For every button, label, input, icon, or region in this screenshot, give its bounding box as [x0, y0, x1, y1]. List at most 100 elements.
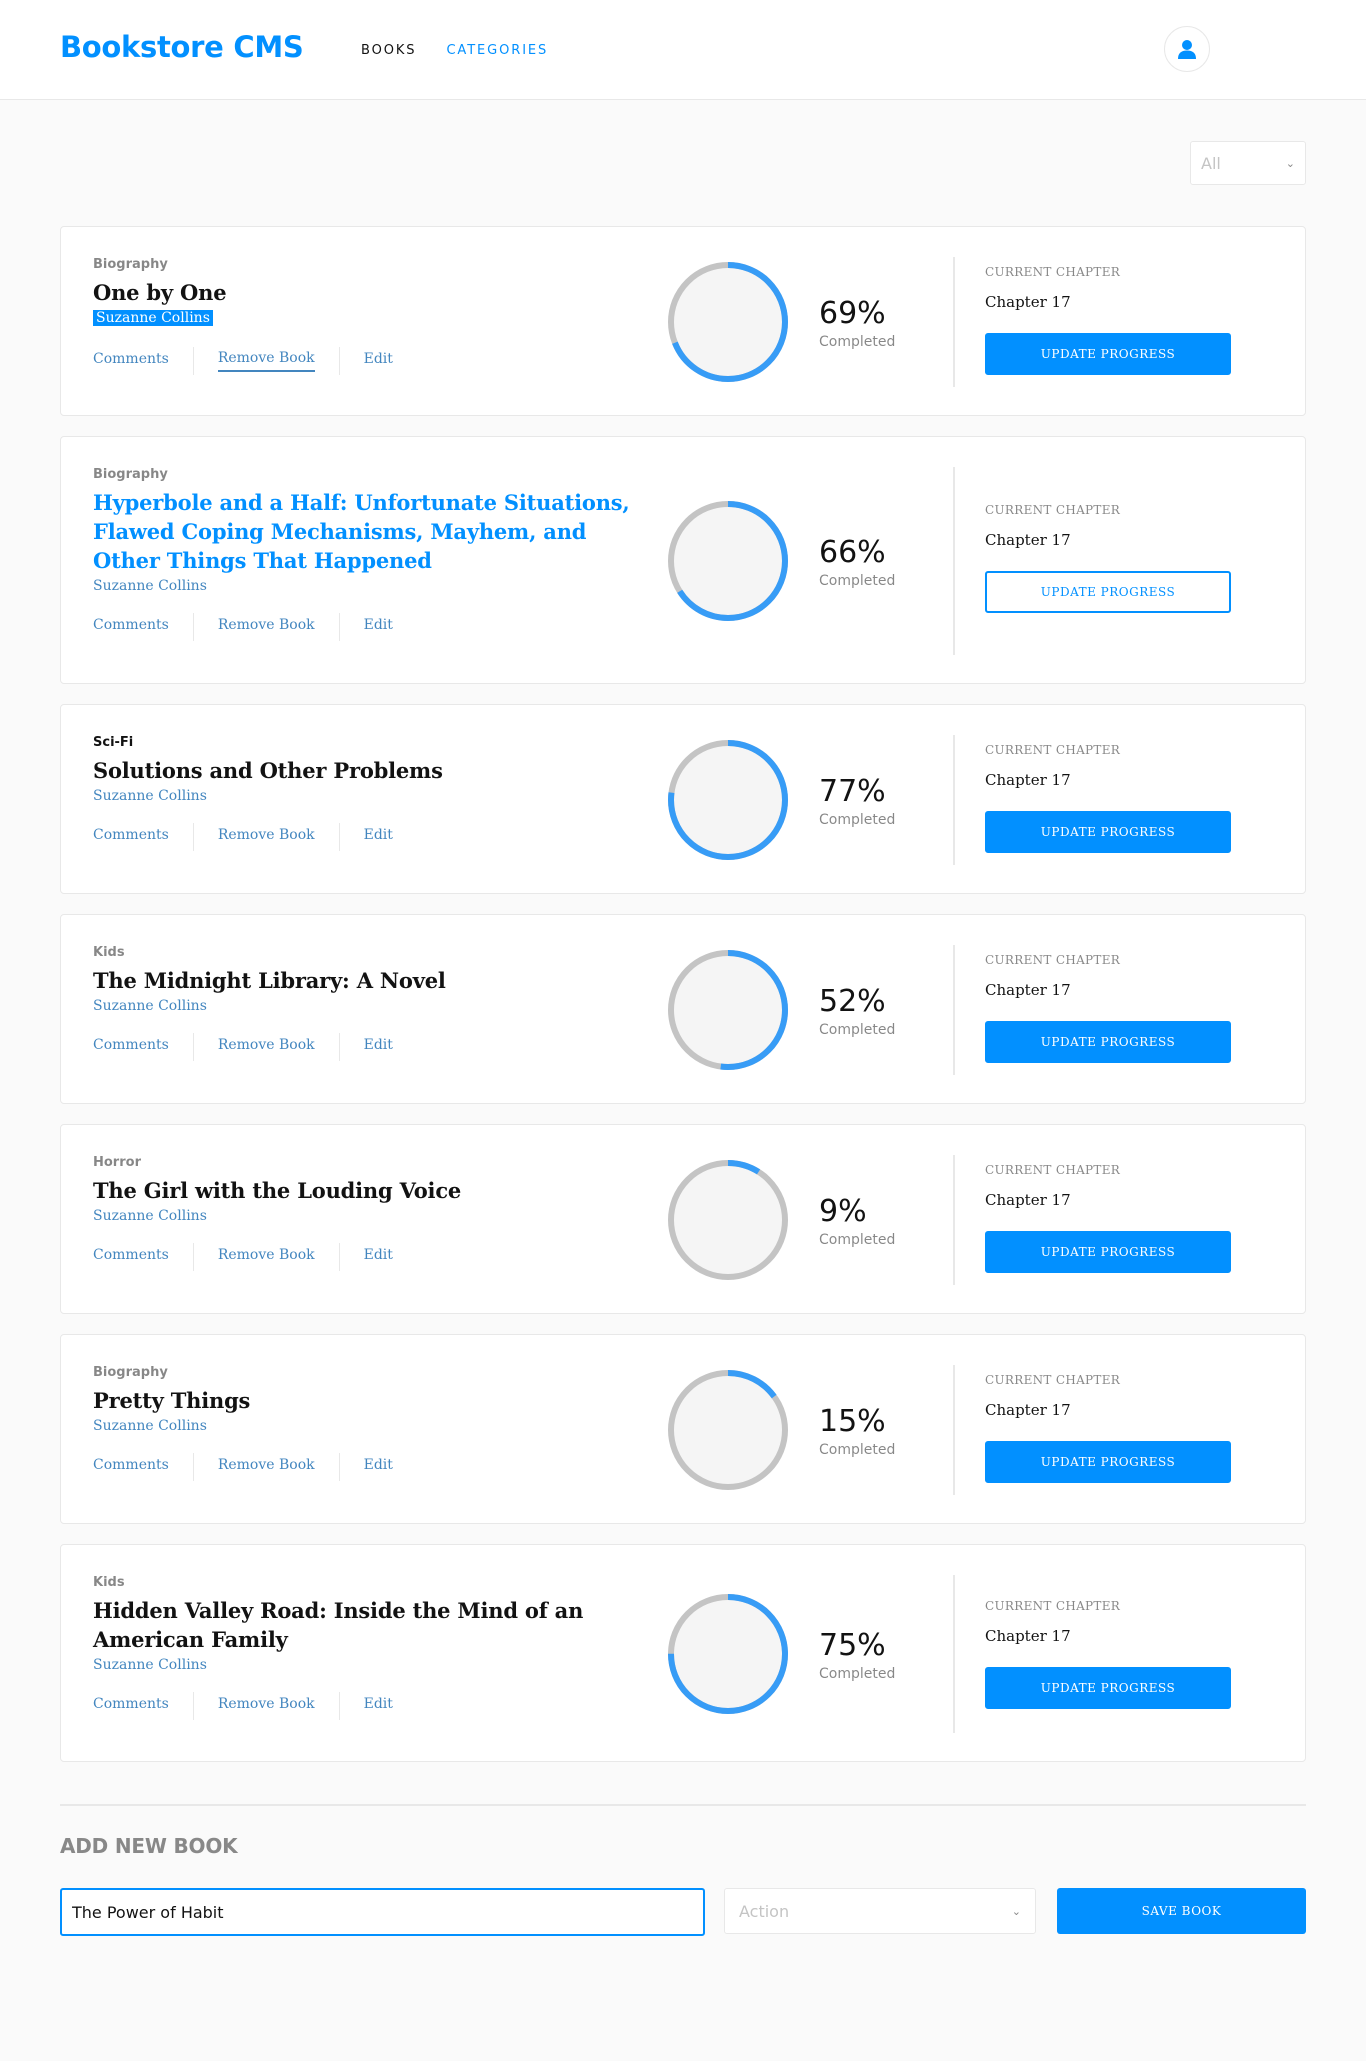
book-author[interactable]: Suzanne Collins — [93, 998, 207, 1014]
remove-book-link[interactable]: Remove Book — [218, 827, 315, 847]
progress-indicator: 15% Completed — [666, 1368, 926, 1492]
comments-link[interactable]: Comments — [93, 1457, 169, 1477]
comments-link[interactable]: Comments — [93, 827, 169, 847]
completed-label: Completed — [819, 573, 896, 589]
comments-link[interactable]: Comments — [93, 617, 169, 637]
vertical-divider — [953, 1155, 955, 1285]
current-chapter-section: CURRENT CHAPTER Chapter 17 UPDATE PROGRE… — [985, 1599, 1245, 1709]
remove-book-link[interactable]: Remove Book — [218, 617, 315, 637]
nav-categories[interactable]: CATEGORIES — [446, 43, 548, 58]
progress-ring-track — [668, 1160, 788, 1280]
progress-indicator: 52% Completed — [666, 948, 926, 1072]
book-title[interactable]: Pretty Things — [93, 1386, 633, 1415]
brand-logo[interactable]: Bookstore CMS — [60, 30, 304, 64]
user-avatar-button[interactable] — [1164, 26, 1210, 72]
edit-link[interactable]: Edit — [364, 617, 393, 637]
progress-percent: 9% — [819, 1194, 867, 1229]
current-chapter-section: CURRENT CHAPTER Chapter 17 UPDATE PROGRE… — [985, 1163, 1245, 1273]
action-divider — [192, 1033, 194, 1061]
update-progress-button[interactable]: UPDATE PROGRESS — [985, 811, 1231, 853]
nav-books[interactable]: BOOKS — [361, 43, 416, 58]
book-title[interactable]: Hyperbole and a Half: Unfortunate Situat… — [93, 488, 633, 575]
book-info: Horror The Girl with the Louding Voice S… — [93, 1155, 633, 1271]
action-divider — [192, 347, 194, 375]
completed-label: Completed — [819, 1022, 896, 1038]
comments-link[interactable]: Comments — [93, 351, 169, 371]
book-author[interactable]: Suzanne Collins — [93, 1657, 207, 1673]
book-author[interactable]: Suzanne Collins — [93, 310, 213, 326]
book-category: Biography — [93, 1365, 168, 1380]
book-author[interactable]: Suzanne Collins — [93, 788, 207, 804]
progress-percent: 77% — [819, 774, 886, 809]
category-filter-select[interactable]: All ⌄ — [1190, 141, 1306, 185]
edit-link[interactable]: Edit — [364, 1247, 393, 1267]
current-chapter-value: Chapter 17 — [985, 531, 1071, 549]
book-category: Kids — [93, 945, 125, 960]
current-chapter-value: Chapter 17 — [985, 771, 1071, 789]
current-chapter-section: CURRENT CHAPTER Chapter 17 UPDATE PROGRE… — [985, 265, 1245, 375]
remove-book-link[interactable]: Remove Book — [218, 1457, 315, 1477]
book-category: Kids — [93, 1575, 125, 1590]
update-progress-button[interactable]: UPDATE PROGRESS — [985, 1021, 1231, 1063]
action-divider — [192, 823, 194, 851]
current-chapter-section: CURRENT CHAPTER Chapter 17 UPDATE PROGRE… — [985, 743, 1245, 853]
progress-indicator: 9% Completed — [666, 1158, 926, 1282]
comments-link[interactable]: Comments — [93, 1247, 169, 1267]
update-progress-button[interactable]: UPDATE PROGRESS — [985, 1667, 1231, 1709]
book-category: Biography — [93, 467, 168, 482]
progress-percent: 75% — [819, 1628, 886, 1663]
book-actions: Comments Remove Book Edit — [93, 347, 633, 375]
current-chapter-label: CURRENT CHAPTER — [985, 265, 1121, 279]
current-chapter-label: CURRENT CHAPTER — [985, 503, 1121, 517]
action-select[interactable]: Action ⌄ — [724, 1888, 1036, 1934]
edit-link[interactable]: Edit — [364, 827, 393, 847]
book-info: Biography One by One Suzanne Collins Com… — [93, 257, 633, 375]
remove-book-link[interactable]: Remove Book — [217, 350, 315, 372]
book-author[interactable]: Suzanne Collins — [93, 578, 207, 594]
update-progress-button[interactable]: UPDATE PROGRESS — [985, 1231, 1231, 1273]
remove-book-link[interactable]: Remove Book — [218, 1247, 315, 1267]
action-divider — [192, 1243, 194, 1271]
comments-link[interactable]: Comments — [93, 1037, 169, 1057]
completed-label: Completed — [819, 812, 896, 828]
edit-link[interactable]: Edit — [364, 1037, 393, 1057]
book-title[interactable]: The Girl with the Louding Voice — [93, 1176, 633, 1205]
action-divider — [192, 1453, 194, 1481]
comments-link[interactable]: Comments — [93, 1696, 169, 1716]
progress-ring — [668, 950, 788, 1070]
save-book-button[interactable]: SAVE BOOK — [1057, 1888, 1306, 1934]
progress-ring — [668, 501, 788, 621]
book-title[interactable]: Solutions and Other Problems — [93, 756, 633, 785]
edit-link[interactable]: Edit — [364, 1457, 393, 1477]
action-divider — [338, 823, 340, 851]
main-nav: BOOKS CATEGORIES — [361, 43, 548, 58]
book-title[interactable]: One by One — [93, 278, 633, 307]
update-progress-button[interactable]: UPDATE PROGRESS — [985, 1441, 1231, 1483]
book-author[interactable]: Suzanne Collins — [93, 1418, 207, 1434]
edit-link[interactable]: Edit — [364, 1696, 393, 1716]
remove-book-link[interactable]: Remove Book — [218, 1037, 315, 1057]
book-title[interactable]: Hidden Valley Road: Inside the Mind of a… — [93, 1596, 633, 1654]
current-chapter-section: CURRENT CHAPTER Chapter 17 UPDATE PROGRE… — [985, 1373, 1245, 1483]
add-book-heading: ADD NEW BOOK — [60, 1834, 238, 1858]
book-category: Sci-Fi — [93, 735, 134, 750]
update-progress-button[interactable]: UPDATE PROGRESS — [985, 571, 1231, 613]
book-title[interactable]: The Midnight Library: A Novel — [93, 966, 633, 995]
edit-link[interactable]: Edit — [364, 351, 393, 371]
book-author[interactable]: Suzanne Collins — [93, 1208, 207, 1224]
progress-percent: 15% — [819, 1404, 886, 1439]
current-chapter-value: Chapter 17 — [985, 981, 1071, 999]
progress-indicator: 66% Completed — [666, 499, 926, 623]
progress-percent: 52% — [819, 984, 886, 1019]
action-divider — [338, 1453, 340, 1481]
update-progress-button[interactable]: UPDATE PROGRESS — [985, 333, 1231, 375]
progress-indicator: 77% Completed — [666, 738, 926, 862]
remove-book-link[interactable]: Remove Book — [218, 1696, 315, 1716]
section-divider — [60, 1804, 1306, 1806]
action-select-placeholder: Action — [739, 1901, 790, 1921]
progress-ring — [668, 740, 788, 860]
completed-label: Completed — [819, 1232, 896, 1248]
book-title-input[interactable] — [60, 1888, 705, 1936]
current-chapter-section: CURRENT CHAPTER Chapter 17 UPDATE PROGRE… — [985, 503, 1245, 613]
book-card: Kids Hidden Valley Road: Inside the Mind… — [60, 1544, 1306, 1762]
